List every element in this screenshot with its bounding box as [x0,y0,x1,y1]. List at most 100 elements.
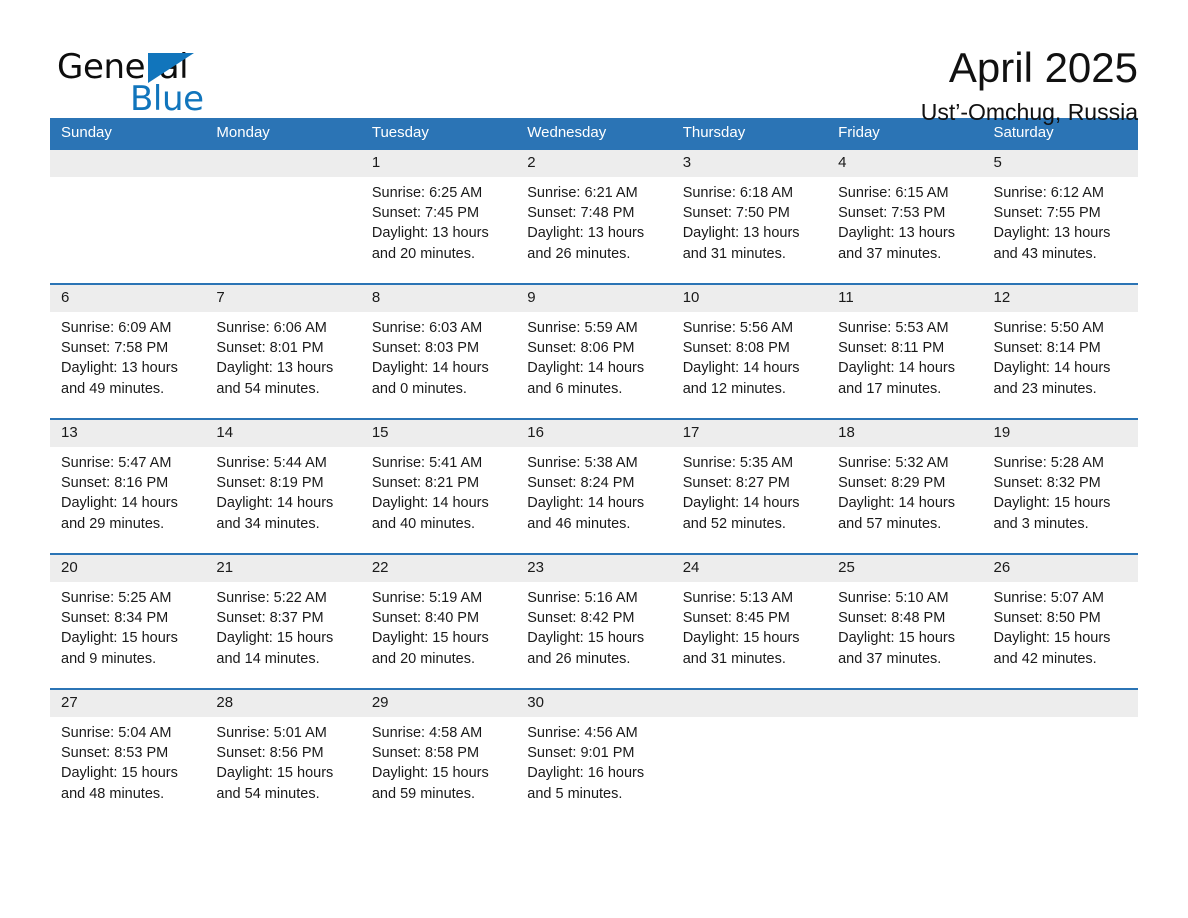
calendar-day-cell[interactable]: 6 Sunrise: 6:09 AM Sunset: 7:58 PM Daylight… [50,282,206,419]
calendar-day-cell[interactable]: 22 Sunrise: 5:19 AM Sunset: 8:40 PM Dayligh… [360,552,517,689]
day-cell-inner [205,149,361,283]
day-details: Sunrise: 5:53 AM Sunset: 8:11 PM Daylight:… [827,312,982,400]
day-number: 30 [516,689,672,717]
weekday-header-wednesday: Wednesday [516,118,672,150]
calendar-day-cell[interactable]: 9 Sunrise: 5:59 AM Sunset: 8:06 PM Daylight… [516,282,672,419]
logo-text-blue: Blue [130,79,204,119]
daylight-duration-line1: Daylight: 15 hours [527,630,645,647]
daylight-duration-line2: and 26 minutes. [527,245,631,262]
calendar-day-cell[interactable]: 20 Sunrise: 5:25 AM Sunset: 8:34 PM Dayligh… [50,552,206,689]
sunset-time: Sunset: 8:37 PM [216,609,324,626]
daylight-duration-line2: and 49 minutes. [61,380,165,397]
calendar-day-cell[interactable]: 3 Sunrise: 6:18 AM Sunset: 7:50 PM Daylight… [671,149,828,284]
calendar-day-cell[interactable]: 25 Sunrise: 5:10 AM Sunset: 8:48 PM Dayligh… [827,552,983,689]
daylight-duration-line1: Daylight: 16 hours [527,765,645,782]
day-cell-inner: 14 Sunrise: 5:44 AM Sunset: 8:19 PM Dayligh… [205,419,361,553]
day-cell-inner: 15 Sunrise: 5:41 AM Sunset: 8:21 PM Dayligh… [360,419,517,553]
weekday-header-sunday: Sunday [50,118,206,150]
daylight-duration-line2: and 6 minutes. [527,380,623,397]
day-number: 24 [671,554,828,582]
daylight-duration-line1: Daylight: 14 hours [371,360,489,377]
day-cell-inner: 10 Sunrise: 5:56 AM Sunset: 8:08 PM Dayligh… [671,284,828,418]
daylight-duration-line2: and 9 minutes. [61,650,157,667]
day-number: 14 [205,419,361,447]
day-cell-inner: 4 Sunrise: 6:15 AM Sunset: 7:53 PM Daylight… [827,149,983,283]
daylight-duration-line2: and 31 minutes. [682,245,786,262]
day-number: 21 [205,554,361,582]
calendar-day-cell[interactable]: 2 Sunrise: 6:21 AM Sunset: 7:48 PM Daylight… [516,149,672,284]
sunrise-time: Sunrise: 5:16 AM [527,589,638,606]
calendar-day-cell[interactable]: 21 Sunrise: 5:22 AM Sunset: 8:37 PM Dayligh… [205,552,361,689]
calendar-day-cell[interactable]: 8 Sunrise: 6:03 AM Sunset: 8:03 PM Daylight… [360,282,517,419]
day-number: 25 [827,554,983,582]
calendar-day-cell[interactable]: 28 Sunrise: 5:01 AM Sunset: 8:56 PM Dayligh… [205,687,361,802]
day-details: Sunrise: 5:25 AM Sunset: 8:34 PM Daylight:… [50,582,205,670]
sunrise-time: Sunrise: 6:18 AM [682,184,794,201]
day-cell-inner: 3 Sunrise: 6:18 AM Sunset: 7:50 PM Daylight… [671,149,828,283]
day-cell-inner: 7 Sunrise: 6:06 AM Sunset: 8:01 PM Daylight… [205,284,361,418]
calendar-day-cell[interactable]: 23 Sunrise: 5:16 AM Sunset: 8:42 PM Dayligh… [516,552,672,689]
daylight-duration-line1: Daylight: 13 hours [216,360,334,377]
day-details: Sunrise: 5:38 AM Sunset: 8:24 PM Daylight:… [516,447,671,535]
calendar-day-cell[interactable]: 5 Sunrise: 6:12 AM Sunset: 7:55 PM Daylight… [982,149,1138,284]
calendar-day-cell[interactable]: 10 Sunrise: 5:56 AM Sunset: 8:08 PM Dayligh… [671,282,828,419]
sunset-time: Sunset: 8:45 PM [682,609,790,626]
day-details: Sunrise: 5:22 AM Sunset: 8:37 PM Daylight:… [205,582,360,670]
weekday-header-thursday: Thursday [671,118,828,150]
sunrise-time: Sunrise: 6:03 AM [371,319,483,336]
sunrise-time: Sunrise: 5:47 AM [61,454,172,471]
sunrise-sunset-calendar: Sunday Monday Tuesday Wednesday Thursday Frid… [50,118,1138,802]
daylight-duration-line1: Daylight: 15 hours [216,765,334,782]
day-details: Sunrise: 6:25 AM Sunset: 7:45 PM Daylight:… [361,177,516,265]
calendar-day-cell[interactable]: 16 Sunrise: 5:38 AM Sunset: 8:24 PM Dayligh… [516,417,672,554]
daylight-duration-line2: and 29 minutes. [61,515,165,532]
day-number [205,149,361,177]
calendar-day-cell[interactable]: 11 Sunrise: 5:53 AM Sunset: 8:11 PM Dayligh… [827,282,983,419]
calendar-day-cell[interactable]: 30 Sunrise: 4:56 AM Sunset: 9:01 PM Dayligh… [516,687,672,802]
calendar-day-cell[interactable]: 27 Sunrise: 5:04 AM Sunset: 8:53 PM Dayligh… [50,687,206,802]
sunrise-time: Sunrise: 5:35 AM [682,454,794,471]
calendar-day-cell[interactable]: 14 Sunrise: 5:44 AM Sunset: 8:19 PM Dayligh… [205,417,361,554]
day-cell-inner: 2 Sunrise: 6:21 AM Sunset: 7:48 PM Daylight… [516,149,672,283]
sunset-time: Sunset: 9:01 PM [527,744,635,761]
calendar-day-cell[interactable]: 19 Sunrise: 5:28 AM Sunset: 8:32 PM Dayligh… [982,417,1138,554]
daylight-duration-line2: and 26 minutes. [527,650,631,667]
sunrise-time: Sunrise: 5:19 AM [371,589,483,606]
calendar-day-cell[interactable]: 1 Sunrise: 6:25 AM Sunset: 7:45 PM Daylight… [360,149,517,284]
calendar-day-cell[interactable]: 4 Sunrise: 6:15 AM Sunset: 7:53 PM Daylight… [827,149,983,284]
day-cell-inner: 8 Sunrise: 6:03 AM Sunset: 8:03 PM Daylight… [360,284,517,418]
day-details: Sunrise: 6:18 AM Sunset: 7:50 PM Daylight:… [672,177,827,265]
daylight-duration-line1: Daylight: 15 hours [838,630,955,647]
day-details: Sunrise: 4:58 AM Sunset: 8:58 PM Daylight:… [361,717,516,805]
daylight-duration-line2: and 54 minutes. [216,785,320,802]
sunset-time: Sunset: 7:45 PM [371,204,480,221]
logo[interactable]: General Blue [50,42,230,116]
calendar-day-cell[interactable]: 18 Sunrise: 5:32 AM Sunset: 8:29 PM Dayligh… [827,417,983,554]
sunrise-time: Sunrise: 6:06 AM [216,319,327,336]
day-details: Sunrise: 6:09 AM Sunset: 7:58 PM Daylight:… [50,312,205,400]
calendar-day-cell[interactable]: 7 Sunrise: 6:06 AM Sunset: 8:01 PM Daylight… [205,282,361,419]
day-number [982,689,1138,717]
sunrise-time: Sunrise: 5:22 AM [216,589,327,606]
daylight-duration-line2: and 52 minutes. [682,515,786,532]
calendar-day-cell[interactable]: 26 Sunrise: 5:07 AM Sunset: 8:50 PM Dayligh… [982,552,1138,689]
calendar-day-cell[interactable]: 15 Sunrise: 5:41 AM Sunset: 8:21 PM Dayligh… [360,417,517,554]
day-details: Sunrise: 6:15 AM Sunset: 7:53 PM Daylight:… [827,177,982,265]
day-details: Sunrise: 5:10 AM Sunset: 8:48 PM Daylight:… [827,582,982,670]
day-details: Sunrise: 6:12 AM Sunset: 7:55 PM Daylight:… [983,177,1138,265]
calendar-empty-cell [50,149,206,284]
calendar-day-cell[interactable]: 24 Sunrise: 5:13 AM Sunset: 8:45 PM Dayligh… [671,552,828,689]
day-details: Sunrise: 5:44 AM Sunset: 8:19 PM Daylight:… [205,447,360,535]
daylight-duration-line2: and 40 minutes. [371,515,476,532]
daylight-duration-line1: Daylight: 15 hours [371,630,489,647]
calendar-day-cell[interactable]: 17 Sunrise: 5:35 AM Sunset: 8:27 PM Dayligh… [671,417,828,554]
calendar-day-cell[interactable]: 13 Sunrise: 5:47 AM Sunset: 8:16 PM Dayligh… [50,417,206,554]
daylight-duration-line1: Daylight: 13 hours [527,225,645,242]
calendar-day-cell[interactable]: 29 Sunrise: 4:58 AM Sunset: 8:58 PM Dayligh… [360,687,517,802]
daylight-duration-line2: and 3 minutes. [993,515,1089,532]
sunset-time: Sunset: 8:42 PM [527,609,635,626]
day-details: Sunrise: 5:56 AM Sunset: 8:08 PM Daylight:… [672,312,827,400]
day-cell-inner: 11 Sunrise: 5:53 AM Sunset: 8:11 PM Dayligh… [827,284,983,418]
calendar-day-cell[interactable]: 12 Sunrise: 5:50 AM Sunset: 8:14 PM Dayligh… [982,282,1138,419]
sunrise-time: Sunrise: 5:04 AM [61,724,172,741]
